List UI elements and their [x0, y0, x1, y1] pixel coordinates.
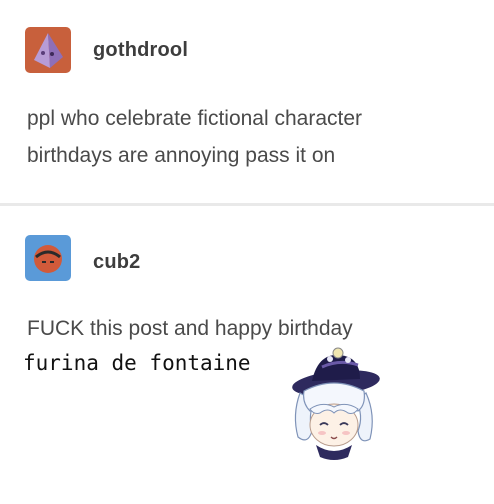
- post-body: FUCK this post and happy birthday: [27, 310, 482, 347]
- post-gothdrool: gothdrool ppl who celebrate fictional ch…: [0, 0, 494, 205]
- user-avatar[interactable]: [25, 27, 71, 73]
- username[interactable]: gothdrool: [93, 39, 188, 62]
- post-cub2: cub2 FUCK this post and happy birthday f…: [0, 205, 494, 504]
- username[interactable]: cub2: [93, 251, 140, 274]
- chibi-character-sticker: [278, 345, 390, 463]
- user-avatar[interactable]: [25, 235, 71, 281]
- reply-caption: furina de fontaine: [23, 351, 251, 375]
- round-avatar-icon: [25, 235, 71, 281]
- post-body: ppl who celebrate fictional character bi…: [27, 100, 482, 174]
- post-text-line: FUCK this post and happy birthday: [27, 317, 353, 340]
- pyramid-avatar-icon: [25, 27, 71, 73]
- post-text-line: birthdays are annoying pass it on: [27, 144, 336, 167]
- post-text-line: ppl who celebrate fictional character: [27, 107, 363, 130]
